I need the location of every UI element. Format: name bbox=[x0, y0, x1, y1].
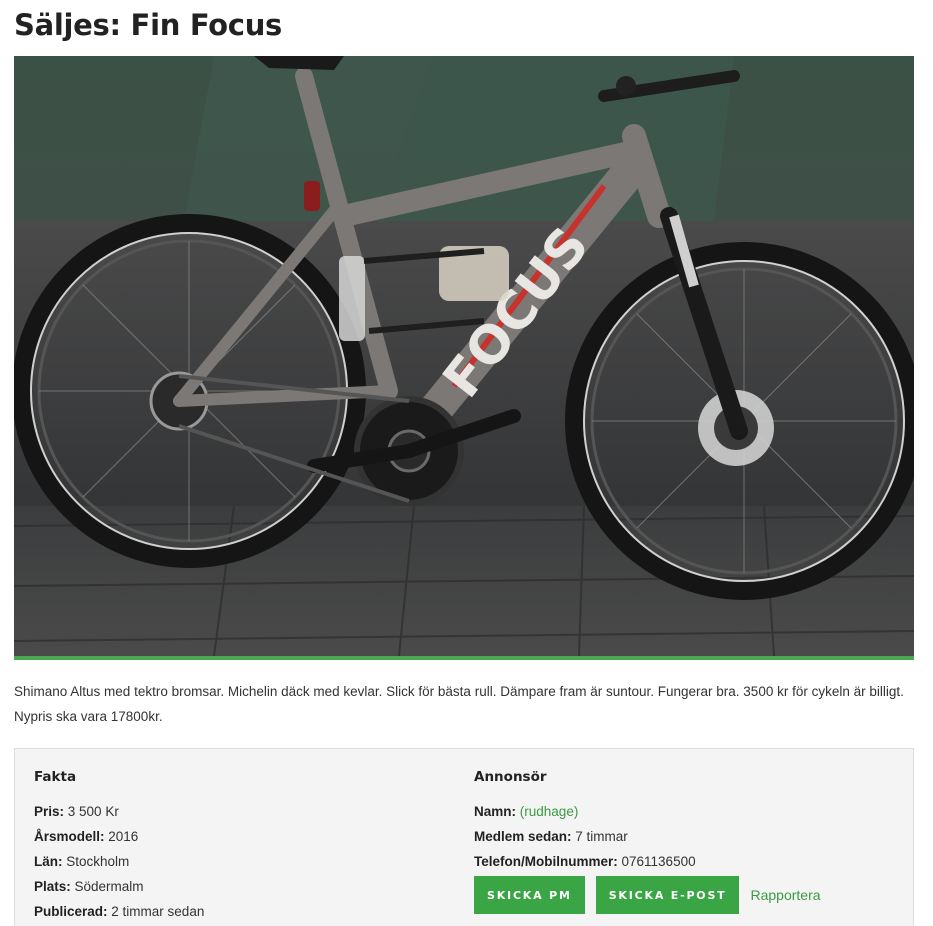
phone-value: 0761136500 bbox=[621, 854, 696, 869]
member-since-value: 7 timmar bbox=[575, 829, 628, 844]
fact-county: Län: Stockholm bbox=[34, 849, 204, 874]
bicycle-image: FOCUS bbox=[14, 56, 914, 656]
fact-label: Plats: bbox=[34, 879, 71, 894]
photo-accent-bar bbox=[14, 656, 914, 660]
fact-location: Plats: Södermalm bbox=[34, 874, 204, 899]
send-email-button[interactable]: SKICKA E-POST bbox=[595, 876, 740, 914]
fact-value: 2016 bbox=[108, 829, 139, 844]
facts-section: Fakta Pris: 3 500 Kr Årsmodell: 2016 Län… bbox=[34, 767, 204, 924]
fact-label: Län: bbox=[34, 854, 63, 869]
page-title: Säljes: Fin Focus bbox=[14, 8, 283, 42]
fact-value: Stockholm bbox=[66, 854, 130, 869]
advertiser-heading: Annonsör bbox=[474, 769, 547, 785]
send-pm-button[interactable]: SKICKA PM bbox=[474, 876, 585, 914]
advertiser-phone-row: Telefon/Mobilnummer: 0761136500 bbox=[474, 849, 821, 874]
advertiser-name-row: Namn: (rudhage) bbox=[474, 799, 821, 824]
report-link[interactable]: Rapportera bbox=[750, 887, 820, 903]
fact-year: Årsmodell: 2016 bbox=[34, 824, 204, 849]
advertiser-section: Annonsör Namn: (rudhage) Medlem sedan: 7… bbox=[474, 767, 821, 914]
fact-label: Pris: bbox=[34, 804, 65, 819]
fact-value: Södermalm bbox=[74, 879, 144, 894]
fact-price: Pris: 3 500 Kr bbox=[34, 799, 204, 824]
fact-value: 3 500 Kr bbox=[67, 804, 119, 819]
phone-label: Telefon/Mobilnummer: bbox=[474, 854, 618, 869]
fact-value: 2 timmar sedan bbox=[111, 904, 205, 919]
contact-actions: SKICKA PM SKICKA E-POST Rapportera bbox=[474, 876, 821, 914]
listing-photo[interactable]: FOCUS bbox=[14, 56, 914, 656]
member-since-label: Medlem sedan: bbox=[474, 829, 572, 844]
advertiser-name-label: Namn: bbox=[474, 804, 517, 819]
advertiser-member-row: Medlem sedan: 7 timmar bbox=[474, 824, 821, 849]
name-paren-close: ) bbox=[573, 804, 579, 819]
fact-published: Publicerad: 2 timmar sedan bbox=[34, 899, 204, 924]
listing-description: Shimano Altus med tektro bromsar. Michel… bbox=[14, 684, 904, 724]
fact-label: Publicerad: bbox=[34, 904, 108, 919]
facts-heading: Fakta bbox=[34, 769, 77, 785]
fact-label: Årsmodell: bbox=[34, 829, 105, 844]
advertiser-profile-link[interactable]: rudhage bbox=[524, 804, 574, 819]
info-panel: Fakta Pris: 3 500 Kr Årsmodell: 2016 Län… bbox=[14, 748, 914, 926]
